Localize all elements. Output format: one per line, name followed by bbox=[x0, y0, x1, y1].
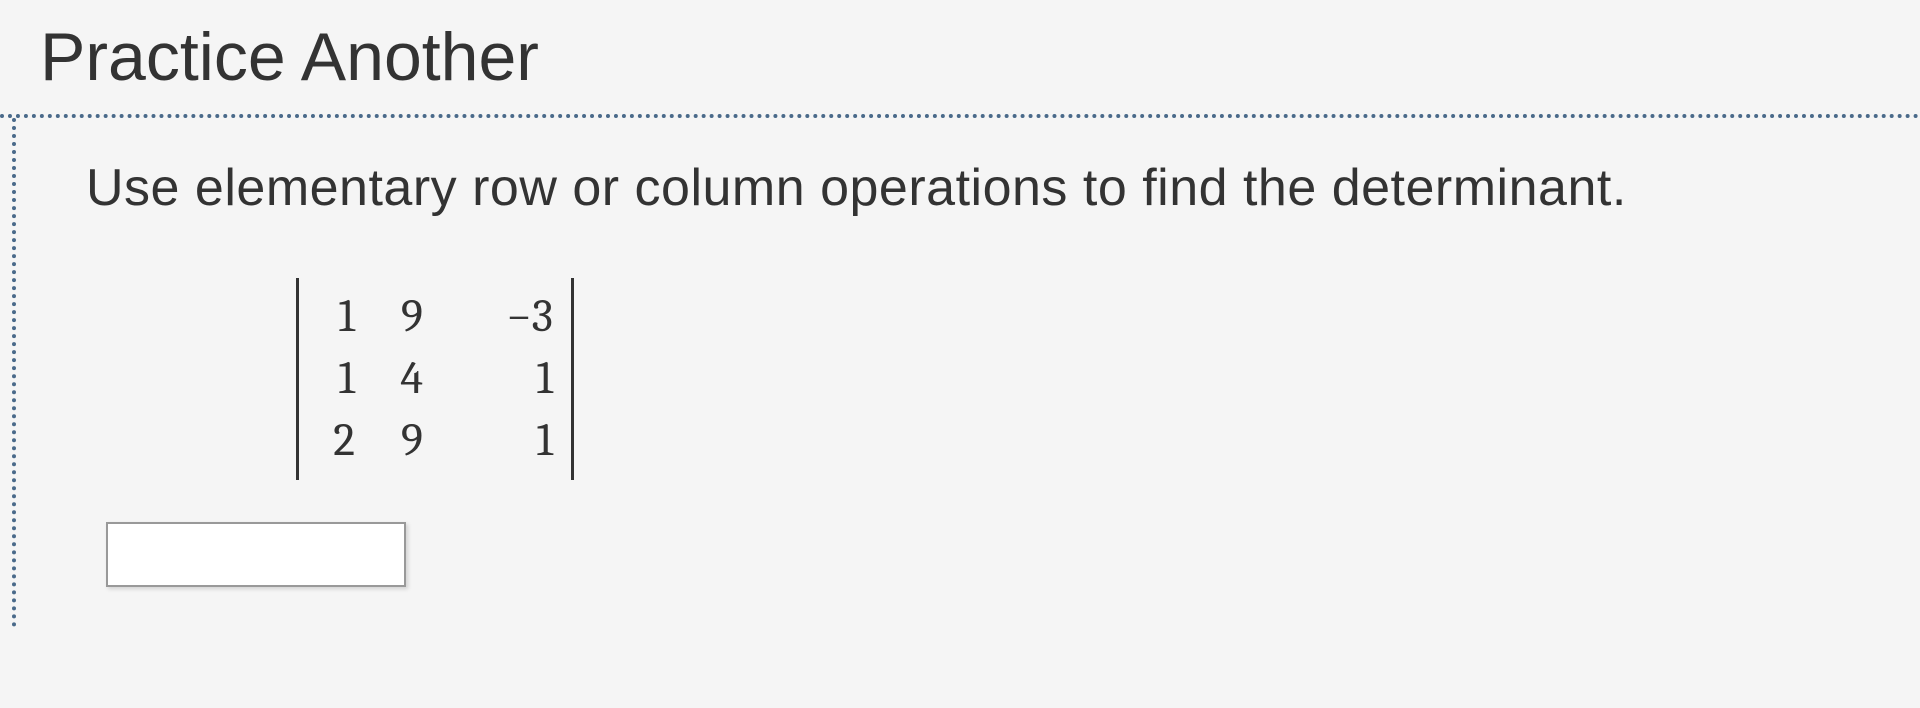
matrix-cell: −3 bbox=[423, 286, 553, 348]
matrix-cell: 9 bbox=[355, 286, 423, 348]
matrix-cell: 2 bbox=[317, 410, 355, 472]
matrix-row: 1 4 1 bbox=[317, 348, 553, 410]
matrix-cell: 9 bbox=[355, 410, 423, 472]
matrix-cell: 4 bbox=[355, 348, 423, 410]
answer-input[interactable] bbox=[106, 522, 406, 587]
question-container: Use elementary row or column operations … bbox=[12, 118, 1920, 627]
page-title: Practice Another bbox=[0, 0, 1920, 114]
matrix-row: 1 9 −3 bbox=[317, 286, 553, 348]
matrix-row: 2 9 1 bbox=[317, 410, 553, 472]
matrix-cell: 1 bbox=[317, 348, 355, 410]
matrix-cell: 1 bbox=[423, 348, 553, 410]
determinant-matrix: 1 9 −3 1 4 1 2 9 1 bbox=[296, 278, 574, 480]
matrix-cell: 1 bbox=[317, 286, 355, 348]
matrix-cell: 1 bbox=[423, 410, 553, 472]
question-instruction: Use elementary row or column operations … bbox=[86, 158, 1850, 218]
